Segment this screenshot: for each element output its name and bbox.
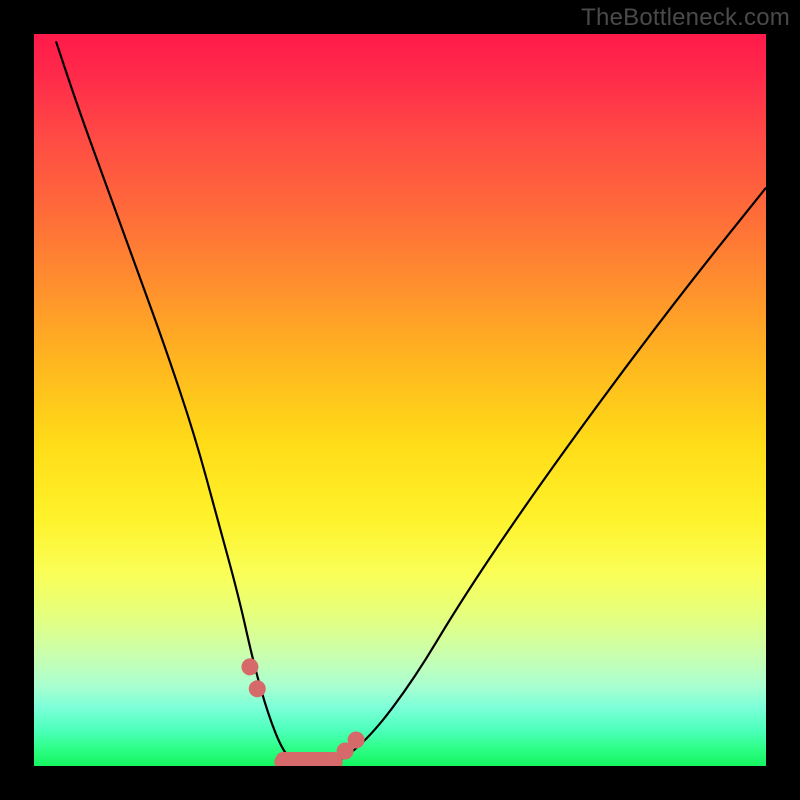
- marker-point: [275, 754, 291, 766]
- plot-area: [34, 34, 766, 766]
- watermark-text: TheBottleneck.com: [581, 4, 790, 32]
- marker-point: [348, 732, 364, 748]
- marker-point: [249, 681, 265, 697]
- marker-point: [304, 754, 320, 766]
- chart-svg: [34, 34, 766, 766]
- chart-frame: TheBottleneck.com: [0, 0, 800, 800]
- highlight-markers: [242, 659, 364, 766]
- marker-point: [242, 659, 258, 675]
- marker-point: [290, 754, 306, 766]
- bottleneck-curve: [56, 41, 766, 766]
